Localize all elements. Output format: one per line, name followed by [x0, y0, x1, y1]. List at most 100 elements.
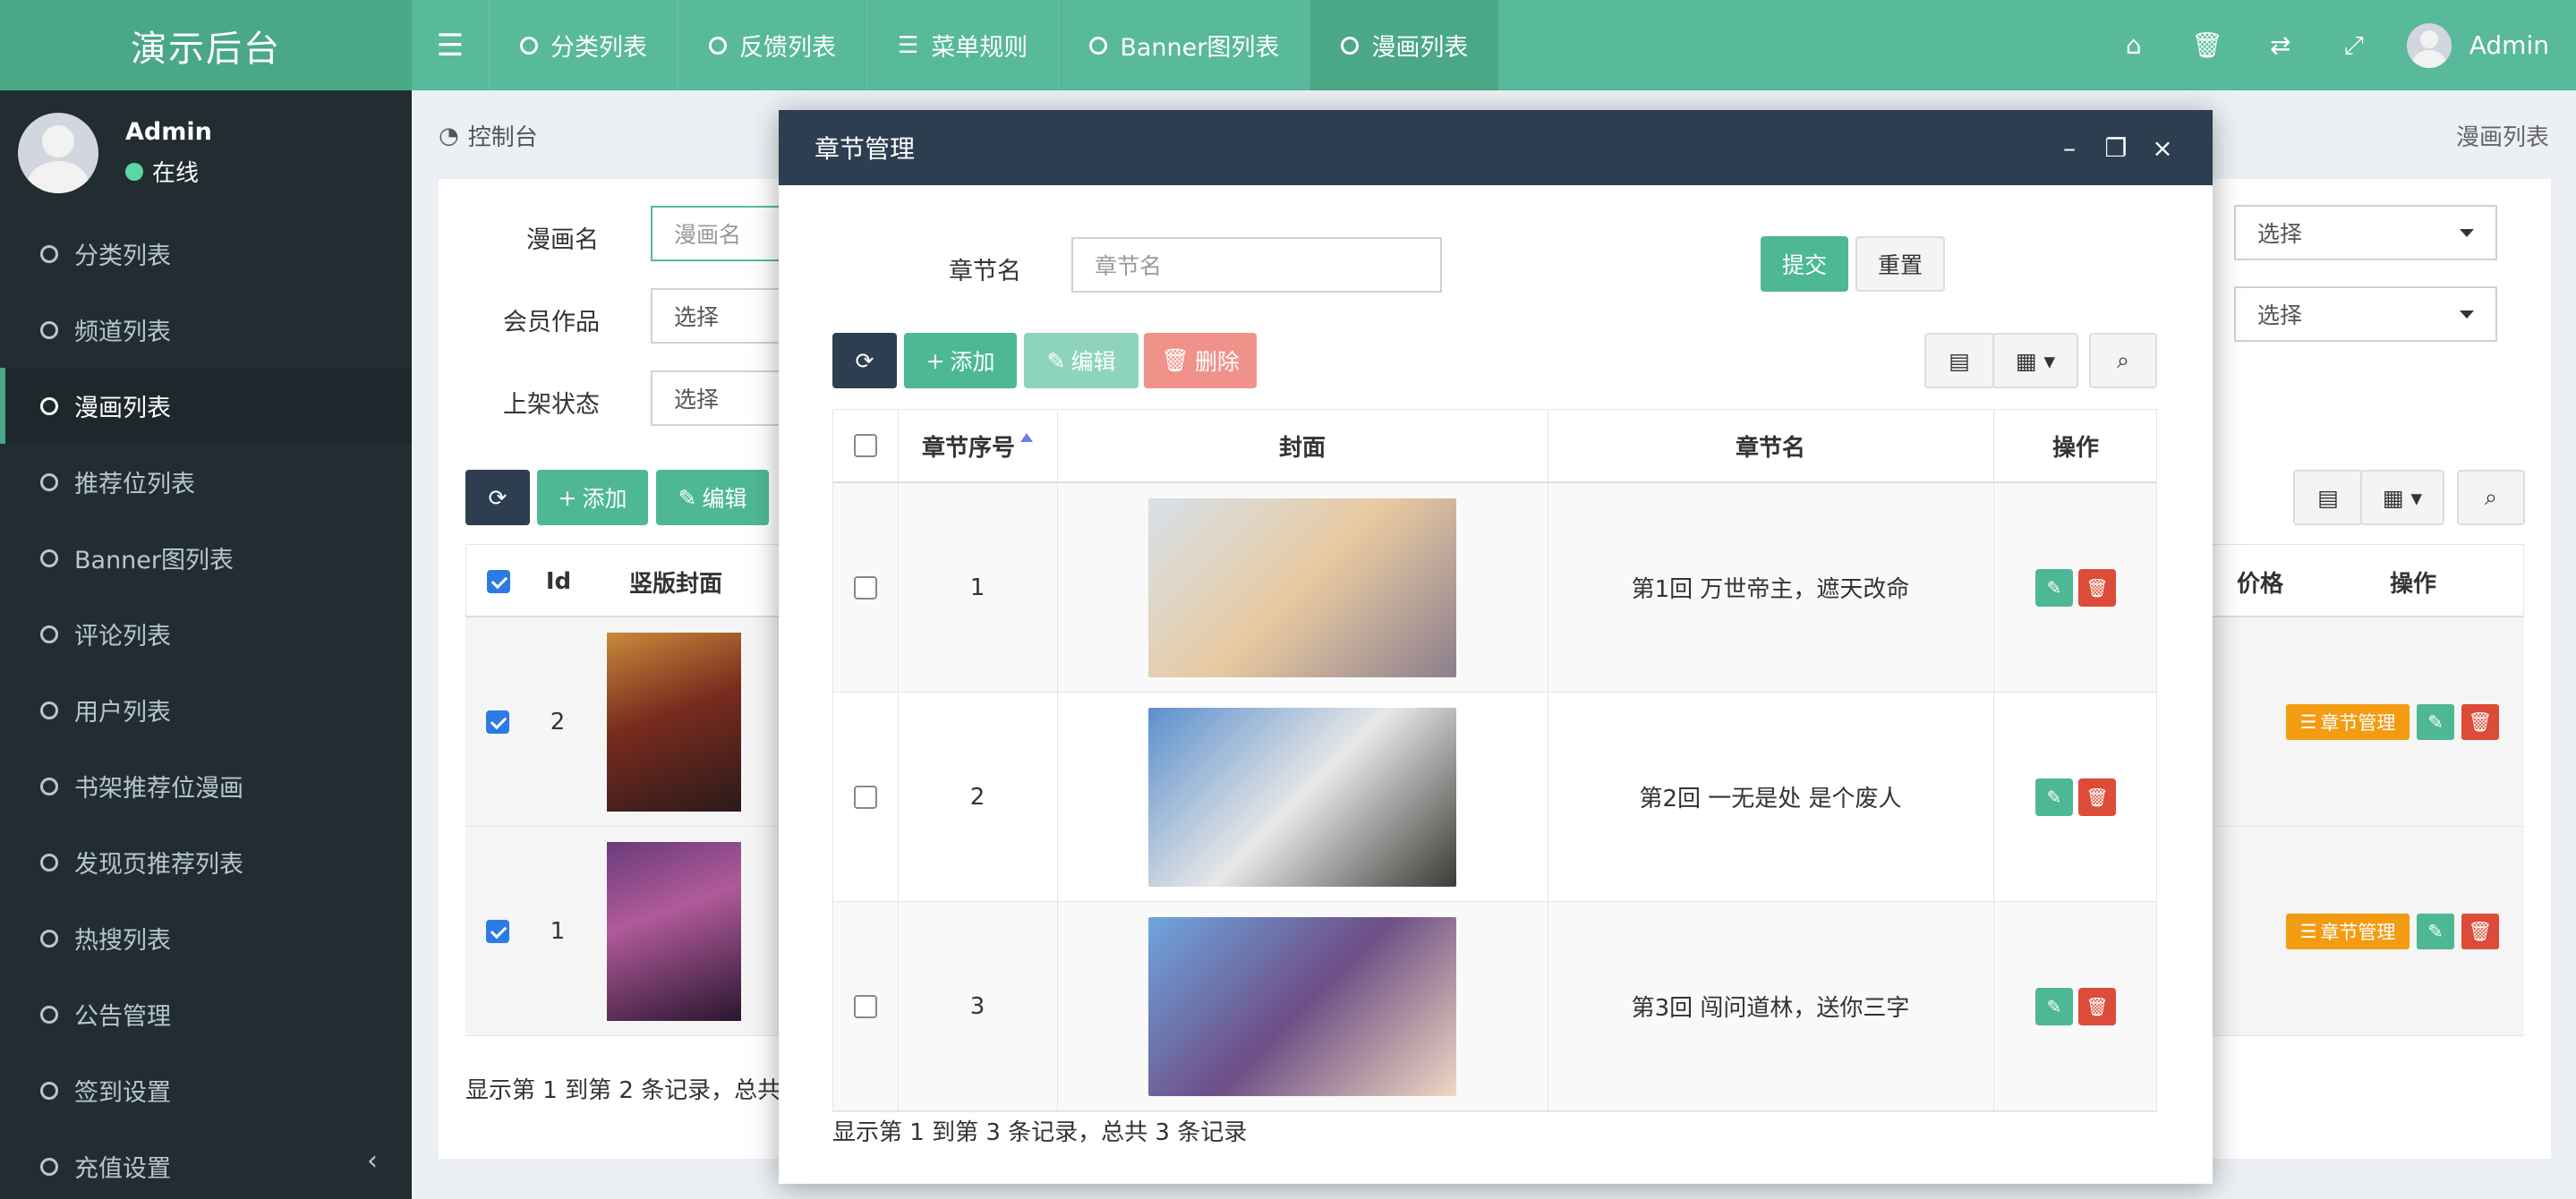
plus-icon: + — [925, 347, 945, 374]
row-id: 1 — [550, 917, 566, 945]
tab-comic-list[interactable]: 漫画列表 — [1309, 0, 1499, 90]
reset-button[interactable]: 重置 — [1855, 236, 1945, 292]
translate-icon[interactable]: ⇄ — [2244, 30, 2317, 60]
sidebar-item-category-list[interactable]: 分类列表 — [0, 216, 412, 292]
row-checkbox[interactable] — [854, 785, 877, 809]
chapter-seq: 2 — [969, 783, 985, 811]
edit-row-button[interactable]: ✎ — [2417, 914, 2454, 949]
add-button[interactable]: + 添加 — [537, 470, 648, 525]
edit-row-button[interactable]: ✎ — [2035, 987, 2073, 1025]
row-checkbox[interactable] — [486, 710, 509, 734]
pencil-icon: ✎ — [1046, 347, 1066, 374]
chapter-name-label: 章节名 — [949, 258, 1021, 285]
minimize-icon[interactable]: – — [2046, 133, 2093, 163]
edit-button[interactable]: ✎ 编辑 — [656, 470, 769, 525]
table-row[interactable]: 2 第2回 一无是处 是个废人 ✎ 🗑 — [833, 693, 2156, 902]
delete-row-button[interactable]: 🗑 — [2461, 704, 2499, 740]
row-checkbox[interactable] — [854, 575, 877, 600]
header-actions: ⌂ 🗑 ⇄ ⤢ Admin — [2097, 0, 2576, 90]
chapter-cover-image — [1148, 707, 1456, 887]
plus-icon: + — [558, 484, 577, 511]
row-checkbox[interactable] — [486, 919, 509, 943]
comic-poster — [607, 842, 741, 1021]
sidebar-item-banner-list[interactable]: Banner图列表 — [0, 520, 412, 596]
modal-header: 章节管理 – ❐ × — [779, 110, 2213, 185]
refresh-button[interactable]: ⟳ — [465, 470, 530, 525]
brand-logo[interactable]: 演示后台 — [0, 0, 412, 90]
chapter-manage-button[interactable]: ☰ 章节管理 — [2286, 704, 2410, 740]
chapter-name: 第2回 一无是处 是个废人 — [1639, 786, 1902, 812]
sidebar-item-user-list[interactable]: 用户列表 — [0, 672, 412, 748]
refresh-button[interactable]: ⟳ — [832, 333, 897, 388]
close-icon[interactable]: × — [2139, 133, 2186, 163]
col-seq[interactable]: 章节序号 — [898, 410, 1057, 481]
sidebar-item-recommend-list[interactable]: 推荐位列表 — [0, 444, 412, 520]
circle-icon — [709, 36, 727, 55]
select-all-checkbox[interactable] — [487, 570, 510, 593]
home-icon[interactable]: ⌂ — [2097, 30, 2171, 60]
delete-row-button[interactable]: 🗑 — [2461, 914, 2499, 949]
select-all-checkbox[interactable] — [854, 434, 877, 457]
col-cover[interactable]: 封面 — [1057, 410, 1548, 481]
table-row[interactable]: 3 第3回 闯问道林，送你三字 ✎ 🗑 — [833, 902, 2156, 1111]
sidebar-item-comment-list[interactable]: 评论列表 — [0, 596, 412, 672]
delete-row-button[interactable]: 🗑 — [2078, 568, 2116, 607]
sidebar-item-channel-list[interactable]: 频道列表 — [0, 292, 412, 368]
comic-name-input[interactable]: 漫画名 — [651, 206, 785, 261]
member-work-label: 会员作品 — [503, 309, 600, 336]
listing-status-select[interactable]: 选择 — [651, 370, 785, 426]
sidebar-item-hot-search[interactable]: 热搜列表 — [0, 900, 412, 976]
pagination-info: 显示第 1 到第 2 条记录，总共 — [465, 1077, 781, 1104]
columns-button[interactable]: ▦ ▾ — [2360, 470, 2444, 525]
sidebar-item-announcements[interactable]: 公告管理 — [0, 976, 412, 1052]
columns-button[interactable]: ▦ ▾ — [1992, 333, 2078, 388]
user-panel: Admin 在线 — [0, 90, 412, 216]
circle-icon — [40, 1157, 58, 1176]
row-checkbox[interactable] — [854, 994, 877, 1018]
search-button[interactable]: ⌕ — [2457, 470, 2525, 525]
sidebar-item-shelf-recommend[interactable]: 书架推荐位漫画 — [0, 748, 412, 824]
delete-row-button[interactable]: 🗑 — [2078, 987, 2116, 1025]
sidebar-item-comic-list[interactable]: 漫画列表 — [0, 368, 412, 444]
member-work-select[interactable]: 选择 — [651, 288, 785, 344]
edit-button[interactable]: ✎ 编辑 — [1024, 333, 1139, 388]
user-menu[interactable]: Admin — [2406, 22, 2549, 68]
chapter-name-input[interactable]: 章节名 — [1071, 237, 1442, 293]
sidebar-item-discover-recommend[interactable]: 发现页推荐列表 — [0, 824, 412, 900]
modal-title: 章节管理 — [815, 134, 916, 164]
submit-button[interactable]: 提交 — [1761, 236, 1848, 292]
sidebar-item-recharge-settings[interactable]: 充值设置 — [0, 1128, 412, 1199]
search-icon: ⌕ — [2116, 347, 2129, 373]
filter-select-right-2[interactable]: 选择 — [2234, 286, 2497, 342]
list-view-icon: ▤ — [1949, 347, 1970, 374]
edit-row-button[interactable]: ✎ — [2035, 568, 2073, 607]
search-button[interactable]: ⌕ — [2089, 333, 2157, 388]
tab-feedback-list[interactable]: 反馈列表 — [678, 0, 866, 90]
col-cover[interactable]: 竖版封面 — [586, 545, 765, 618]
col-name[interactable]: 章节名 — [1548, 410, 1993, 481]
tab-menu-rules[interactable]: ☰ 菜单规则 — [866, 0, 1058, 90]
menu-toggle-icon[interactable]: ☰ — [412, 0, 489, 90]
table-row[interactable]: 1 第1回 万世帝主，遮天改命 ✎ 🗑 — [833, 483, 2156, 693]
edit-row-button[interactable]: ✎ — [2417, 704, 2454, 740]
tab-banner-list[interactable]: Banner图列表 — [1058, 0, 1309, 90]
table-view-button[interactable]: ▤ — [2293, 470, 2363, 525]
tab-category-list[interactable]: 分类列表 — [489, 0, 678, 90]
maximize-icon[interactable]: ❐ — [2093, 133, 2139, 163]
sort-asc-icon — [1020, 433, 1033, 442]
fullscreen-icon[interactable]: ⤢ — [2317, 30, 2391, 61]
sidebar-item-checkin-settings[interactable]: 签到设置 — [0, 1052, 412, 1128]
chapter-manage-button[interactable]: ☰ 章节管理 — [2286, 914, 2410, 949]
chapter-seq: 1 — [969, 574, 985, 601]
sidebar-menu: 分类列表 频道列表 漫画列表 推荐位列表 Banner图列表 评论列表 用户列表… — [0, 216, 412, 1199]
row-id: 2 — [550, 708, 566, 736]
delete-row-button[interactable]: 🗑 — [2078, 778, 2116, 816]
edit-row-button[interactable]: ✎ — [2035, 778, 2073, 816]
collapse-sidebar-icon[interactable]: ‹ — [367, 1145, 378, 1177]
delete-button[interactable]: 🗑 删除 — [1144, 333, 1257, 388]
trash-icon[interactable]: 🗑 — [2171, 30, 2244, 60]
filter-select-right-1[interactable]: 选择 — [2234, 205, 2497, 260]
add-button[interactable]: + 添加 — [904, 333, 1017, 388]
col-id[interactable]: Id — [531, 545, 586, 618]
table-view-button[interactable]: ▤ — [1924, 333, 1994, 388]
